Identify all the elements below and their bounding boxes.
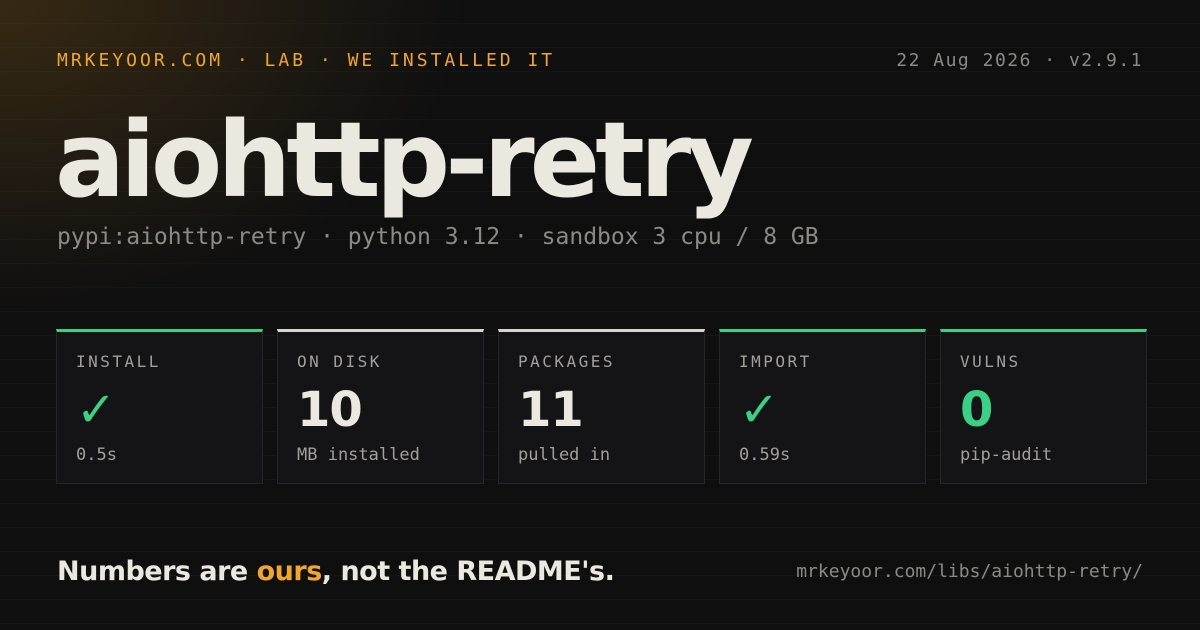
- check-icon: ✓: [739, 382, 779, 438]
- tagline-end: , not the README's.: [321, 555, 615, 587]
- package-title: aiohttp-retry: [55, 99, 754, 221]
- library-url-link[interactable]: mrkeyoor.com/libs/aiohttp-retry/: [796, 561, 1143, 582]
- tagline-start: Numbers are: [57, 555, 257, 587]
- stat-label: IMPORT: [739, 352, 812, 371]
- stat-label: INSTALL: [76, 352, 161, 371]
- stat-card-packages: PACKAGES 11 pulled in: [498, 329, 705, 484]
- stat-card-on-disk: ON DISK 10 MB installed: [277, 329, 484, 484]
- stat-card-install: INSTALL ✓ 0.5s: [56, 329, 263, 484]
- stat-card-import: IMPORT ✓ 0.59s: [719, 329, 926, 484]
- stat-label: PACKAGES: [518, 352, 616, 371]
- stat-label: ON DISK: [297, 352, 382, 371]
- date-version: 22 Aug 2026 · v2.9.1: [896, 49, 1143, 71]
- stat-value: 11: [518, 382, 584, 438]
- footer: Numbers are ours, not the README's. mrke…: [57, 553, 1143, 589]
- top-bar: MRKEYOOR.COM · LAB · WE INSTALLED IT 22 …: [57, 48, 1143, 72]
- stat-note: 0.59s: [739, 445, 791, 465]
- stat-note: pulled in: [518, 445, 611, 465]
- check-icon: ✓: [76, 382, 116, 438]
- stat-value: 10: [297, 382, 363, 438]
- stat-value: 0: [960, 382, 993, 438]
- stat-label: VULNS: [960, 352, 1021, 371]
- stat-note: pip-audit: [960, 445, 1053, 465]
- stats-row: INSTALL ✓ 0.5s ON DISK 10 MB installed P…: [56, 329, 1147, 484]
- stat-note: 0.5s: [76, 445, 117, 465]
- site-kicker: MRKEYOOR.COM · LAB · WE INSTALLED IT: [57, 49, 556, 71]
- tagline: Numbers are ours, not the README's.: [57, 555, 615, 587]
- stat-card-vulns: VULNS 0 pip-audit: [940, 329, 1147, 484]
- tagline-accent: ours: [256, 555, 323, 587]
- stat-note: MB installed: [297, 445, 420, 465]
- package-details: pypi:aiohttp-retry · python 3.12 · sandb…: [57, 224, 819, 250]
